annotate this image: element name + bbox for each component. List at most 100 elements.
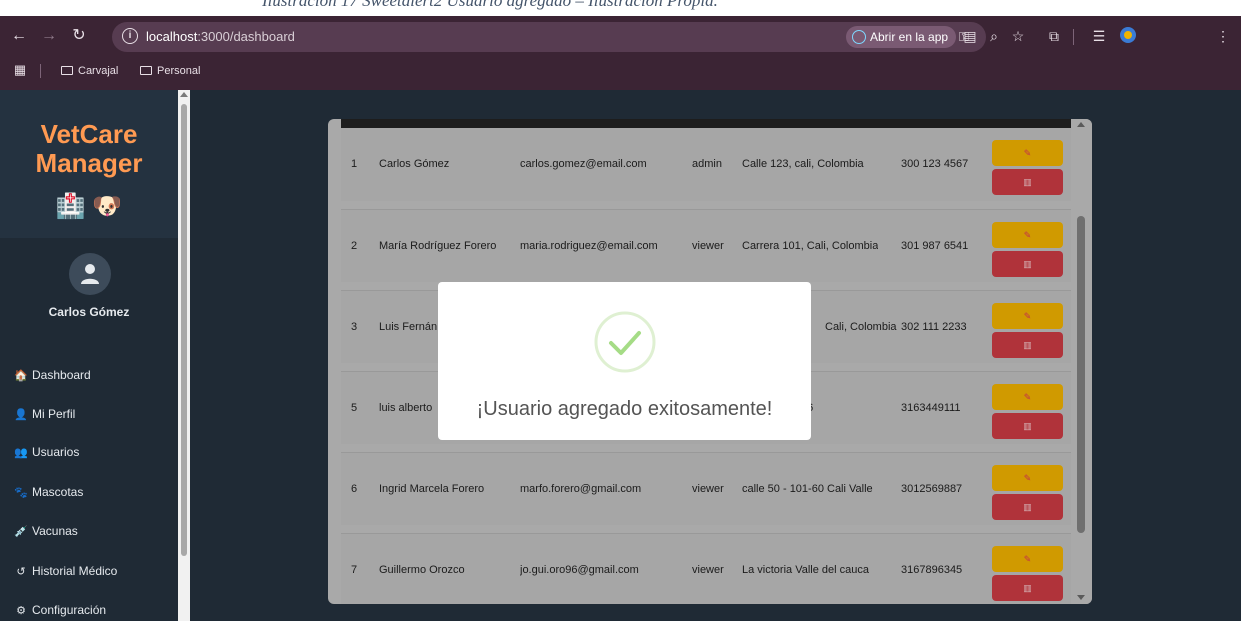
scroll-down-arrow-icon[interactable] bbox=[1077, 595, 1085, 600]
sidebar-item-configuracion[interactable]: ⚙ Configuración bbox=[0, 598, 178, 621]
edit-button[interactable]: ✎ bbox=[992, 546, 1063, 572]
sidebar-item-usuarios[interactable]: 👥 Usuarios bbox=[0, 440, 178, 464]
open-in-app-button[interactable]: Abrir en la app bbox=[846, 26, 957, 48]
delete-button[interactable]: ▥ bbox=[992, 413, 1063, 439]
cell-email: carlos.gomez@email.com bbox=[520, 158, 647, 170]
browser-toolbar: ← → ↻ i localhost:3000/dashboard Abrir e… bbox=[0, 16, 1241, 58]
address-url[interactable]: localhost:3000/dashboard bbox=[146, 29, 295, 44]
trash-icon: ▥ bbox=[1023, 177, 1032, 187]
users-icon: 👥 bbox=[14, 447, 28, 459]
sidebar-user-name: Carlos Gómez bbox=[48, 305, 130, 319]
folder-icon bbox=[140, 66, 152, 75]
figure-caption: Ilustración 17 Sweetalert2 Usuario agreg… bbox=[0, 0, 1241, 16]
sidebar-item-mi-perfil[interactable]: 👤 Mi Perfil bbox=[0, 402, 178, 426]
menu-kebab-icon[interactable]: ⋮ bbox=[1213, 26, 1233, 46]
cell-phone: 3167896345 bbox=[901, 564, 963, 576]
cell-name: luis alberto bbox=[379, 402, 433, 414]
cell-role: admin bbox=[692, 158, 722, 170]
app-title: VetCare Manager bbox=[35, 119, 143, 178]
delete-button[interactable]: ▥ bbox=[992, 169, 1063, 195]
cell-role: viewer bbox=[692, 483, 724, 495]
brand-block: VetCare Manager 🏥 🐶 bbox=[0, 90, 178, 238]
table-row: 2 María Rodríguez Forero maria.rodriguez… bbox=[341, 209, 1071, 282]
table-row: 7 Guillermo Orozco jo.gui.oro96@gmail.co… bbox=[341, 533, 1071, 604]
cell-address: Carrera 101, Cali, Colombia bbox=[742, 240, 879, 252]
translate-icon[interactable]: ▤ bbox=[960, 26, 980, 46]
sidebar-item-vacunas[interactable]: 💉 Vacunas bbox=[0, 519, 178, 543]
brand-emojis: 🏥 🐶 bbox=[55, 193, 123, 220]
sidebar-item-mascotas[interactable]: 🐾 Mascotas bbox=[0, 480, 178, 504]
address-bar[interactable]: i localhost:3000/dashboard Abrir en la a… bbox=[112, 22, 986, 52]
cell-phone: 300 123 4567 bbox=[901, 158, 969, 170]
trash-icon: ▥ bbox=[1023, 340, 1032, 350]
cell-name: Luis Fernán bbox=[379, 321, 438, 333]
success-check-icon bbox=[594, 311, 656, 373]
toolbar-divider bbox=[1073, 29, 1074, 45]
profile-avatar-icon[interactable] bbox=[1118, 26, 1138, 46]
scroll-up-arrow-icon[interactable] bbox=[1077, 122, 1085, 127]
cell-phone: 301 987 6541 bbox=[901, 240, 969, 252]
edit-button[interactable]: ✎ bbox=[992, 384, 1063, 410]
cell-id: 6 bbox=[351, 483, 358, 495]
sidebar-scroll-thumb[interactable] bbox=[181, 104, 187, 556]
table-row: 1 Carlos Gómez carlos.gomez@email.com ad… bbox=[341, 128, 1071, 201]
cell-phone: 302 111 2233 bbox=[901, 321, 967, 333]
pencil-icon: ✎ bbox=[1023, 230, 1032, 240]
reading-list-icon[interactable]: ☰ bbox=[1089, 26, 1109, 46]
gear-icon: ⚙ bbox=[16, 605, 26, 617]
cell-email: jo.gui.oro96@gmail.com bbox=[520, 564, 639, 576]
scroll-up-arrow-icon[interactable] bbox=[180, 92, 188, 97]
trash-icon: ▥ bbox=[1023, 421, 1032, 431]
cell-name: Carlos Gómez bbox=[379, 158, 450, 170]
bookmark-star-icon[interactable]: ☆ bbox=[1008, 26, 1028, 46]
delete-button[interactable]: ▥ bbox=[992, 251, 1063, 277]
delete-button[interactable]: ▥ bbox=[992, 575, 1063, 601]
sidebar-scrollbar[interactable] bbox=[178, 90, 190, 621]
table-scrollbar[interactable] bbox=[1071, 119, 1092, 604]
bookmarks-divider bbox=[40, 64, 41, 78]
sidebar: VetCare Manager 🏥 🐶 Carlos Gómez 🏠 Dashboa… bbox=[0, 90, 178, 621]
cell-id: 1 bbox=[351, 158, 358, 170]
forward-icon[interactable]: → bbox=[38, 25, 60, 47]
cell-id: 7 bbox=[351, 564, 358, 576]
trash-icon: ▥ bbox=[1023, 259, 1032, 269]
site-info-icon[interactable]: i bbox=[122, 28, 138, 44]
folder-icon bbox=[61, 66, 73, 75]
cell-address: Cali, Colombia bbox=[825, 321, 897, 333]
cell-name: María Rodríguez Forero bbox=[379, 240, 497, 252]
trash-icon: ▥ bbox=[1023, 502, 1032, 512]
sidebar-item-historial[interactable]: ↺ Historial Médico bbox=[0, 559, 178, 583]
back-icon[interactable]: ← bbox=[8, 25, 30, 47]
cell-phone: 3012569887 bbox=[901, 483, 963, 495]
user-icon: 👤 bbox=[14, 409, 28, 421]
bookmark-folder-carvajal[interactable]: Carvajal bbox=[61, 62, 118, 80]
delete-button[interactable]: ▥ bbox=[992, 494, 1063, 520]
cell-id: 2 bbox=[351, 240, 358, 252]
edit-button[interactable]: ✎ bbox=[992, 465, 1063, 491]
sidebar-item-dashboard[interactable]: 🏠 Dashboard bbox=[0, 363, 178, 387]
pencil-icon: ✎ bbox=[1023, 311, 1032, 321]
react-icon bbox=[852, 30, 866, 44]
extensions-icon[interactable]: ⧉ bbox=[1044, 26, 1064, 46]
user-avatar-icon bbox=[81, 264, 99, 284]
cell-role: viewer bbox=[692, 564, 724, 576]
cell-email: marfo.forero@gmail.com bbox=[520, 483, 642, 495]
cell-phone: 3163449111 bbox=[901, 402, 961, 414]
cell-address: calle 50 - 101-60 Cali Valle bbox=[742, 483, 873, 495]
avatar bbox=[69, 253, 111, 295]
delete-button[interactable]: ▥ bbox=[992, 332, 1063, 358]
reload-icon[interactable]: ↻ bbox=[68, 25, 90, 47]
table-scroll-thumb[interactable] bbox=[1077, 216, 1085, 533]
zoom-icon[interactable]: ⌕ bbox=[984, 26, 1004, 46]
edit-button[interactable]: ✎ bbox=[992, 140, 1063, 166]
syringe-icon: 💉 bbox=[14, 526, 28, 538]
history-icon: ↺ bbox=[16, 566, 26, 578]
edit-button[interactable]: ✎ bbox=[992, 222, 1063, 248]
bookmark-folder-personal[interactable]: Personal bbox=[140, 62, 200, 80]
edit-button[interactable]: ✎ bbox=[992, 303, 1063, 329]
cell-id: 3 bbox=[351, 321, 358, 333]
apps-grid-icon[interactable]: ▦ bbox=[12, 62, 28, 78]
pencil-icon: ✎ bbox=[1023, 473, 1032, 483]
cell-id: 5 bbox=[351, 402, 358, 414]
cell-email: maria.rodriguez@email.com bbox=[520, 240, 658, 252]
